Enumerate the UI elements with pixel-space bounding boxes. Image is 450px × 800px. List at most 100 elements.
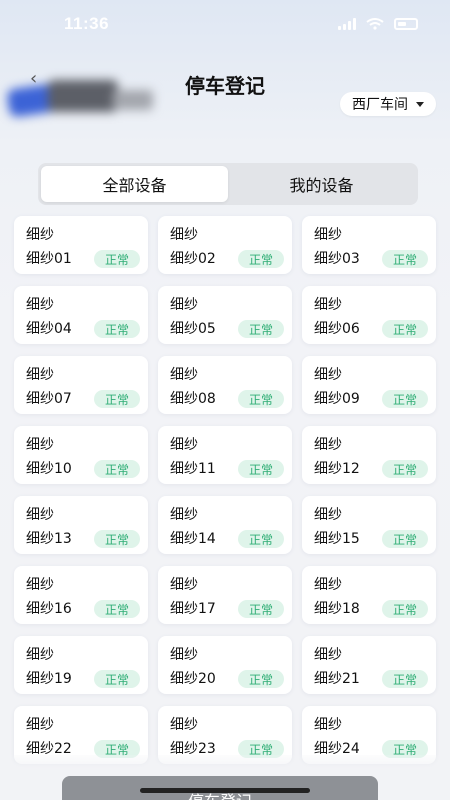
device-name: 细纱12 <box>314 461 360 477</box>
device-card[interactable]: 细纱细纱01 正常 <box>14 216 148 274</box>
workshop-select[interactable]: 西厂车间 <box>340 92 436 116</box>
device-type: 细纱 <box>26 227 54 243</box>
status-badge: 正常 <box>382 460 428 478</box>
device-type: 细纱 <box>314 507 342 523</box>
device-type: 细纱 <box>26 367 54 383</box>
device-type: 细纱 <box>26 577 54 593</box>
device-type: 细纱 <box>26 437 54 453</box>
device-type: 细纱 <box>26 297 54 313</box>
device-name: 细纱19 <box>26 671 72 687</box>
status-badge: 正常 <box>238 670 284 688</box>
status-badge: 正常 <box>238 530 284 548</box>
status-badge: 正常 <box>238 320 284 338</box>
device-type: 细纱 <box>170 647 198 663</box>
status-badge: 正常 <box>94 530 140 548</box>
status-badge: 正常 <box>382 390 428 408</box>
header: ‹ 停车登记 西厂车间 <box>0 60 450 130</box>
status-time: 11:36 <box>64 14 110 33</box>
device-card[interactable]: 细纱细纱11 正常 <box>158 426 292 484</box>
device-card[interactable]: 细纱细纱12 正常 <box>302 426 436 484</box>
status-badge: 正常 <box>94 460 140 478</box>
device-name: 细纱13 <box>26 531 72 547</box>
device-name: 细纱14 <box>170 531 216 547</box>
home-indicator <box>140 788 310 793</box>
device-name: 细纱20 <box>170 671 216 687</box>
device-name: 细纱11 <box>170 461 216 477</box>
device-card[interactable]: 细纱细纱04 正常 <box>14 286 148 344</box>
status-badge: 正常 <box>238 250 284 268</box>
device-card[interactable]: 细纱细纱13 正常 <box>14 496 148 554</box>
device-card[interactable]: 细纱细纱15 正常 <box>302 496 436 554</box>
tab-all-devices[interactable]: 全部设备 <box>41 166 228 202</box>
device-type: 细纱 <box>314 647 342 663</box>
device-name: 细纱16 <box>26 601 72 617</box>
device-card[interactable]: 细纱细纱14 正常 <box>158 496 292 554</box>
device-type: 细纱 <box>314 367 342 383</box>
device-card[interactable]: 细纱细纱08 正常 <box>158 356 292 414</box>
device-card[interactable]: 细纱细纱03 正常 <box>302 216 436 274</box>
device-name: 细纱21 <box>314 671 360 687</box>
device-name: 细纱10 <box>26 461 72 477</box>
device-card[interactable]: 细纱细纱20 正常 <box>158 636 292 694</box>
device-tabs: 全部设备 我的设备 <box>38 163 418 205</box>
device-name: 细纱06 <box>314 321 360 337</box>
device-type: 细纱 <box>314 227 342 243</box>
device-card[interactable]: 细纱细纱16 正常 <box>14 566 148 624</box>
device-name: 细纱03 <box>314 251 360 267</box>
device-type: 细纱 <box>26 717 54 733</box>
signal-icon <box>338 18 356 30</box>
device-name: 细纱07 <box>26 391 72 407</box>
device-name: 细纱17 <box>170 601 216 617</box>
status-badge: 正常 <box>238 390 284 408</box>
device-name: 细纱04 <box>26 321 72 337</box>
status-badge: 正常 <box>94 390 140 408</box>
status-badge: 正常 <box>382 320 428 338</box>
device-name: 细纱02 <box>170 251 216 267</box>
status-badge: 正常 <box>94 320 140 338</box>
status-badge: 正常 <box>382 250 428 268</box>
device-card[interactable]: 细纱细纱17 正常 <box>158 566 292 624</box>
workshop-select-value: 西厂车间 <box>352 97 408 113</box>
device-name: 细纱05 <box>170 321 216 337</box>
battery-icon <box>394 18 418 30</box>
chevron-down-icon <box>416 101 424 107</box>
device-card[interactable]: 细纱细纱07 正常 <box>14 356 148 414</box>
status-badge: 正常 <box>94 600 140 618</box>
device-type: 细纱 <box>170 717 198 733</box>
device-type: 细纱 <box>170 507 198 523</box>
status-badge: 正常 <box>382 600 428 618</box>
device-type: 细纱 <box>314 717 342 733</box>
status-badge: 正常 <box>238 460 284 478</box>
device-type: 细纱 <box>26 647 54 663</box>
device-type: 细纱 <box>170 227 198 243</box>
device-name: 细纱09 <box>314 391 360 407</box>
device-type: 细纱 <box>314 297 342 313</box>
device-type: 细纱 <box>170 577 198 593</box>
device-type: 细纱 <box>170 297 198 313</box>
device-card[interactable]: 细纱 细纱18 正常 <box>302 566 436 624</box>
device-type: 细纱 <box>26 507 54 523</box>
device-name: 细纱15 <box>314 531 360 547</box>
device-type: 细纱 <box>314 437 342 453</box>
device-card[interactable]: 细纱细纱10 正常 <box>14 426 148 484</box>
status-badge: 正常 <box>94 670 140 688</box>
device-card[interactable]: 细纱细纱02 正常 <box>158 216 292 274</box>
device-card[interactable]: 细纱细纱21 正常 <box>302 636 436 694</box>
device-name: 细纱08 <box>170 391 216 407</box>
device-type: 细纱 <box>170 367 198 383</box>
status-badge: 正常 <box>382 530 428 548</box>
status-icons <box>338 18 418 30</box>
device-name: 细纱01 <box>26 251 72 267</box>
tab-my-devices[interactable]: 我的设备 <box>228 166 415 202</box>
status-badge: 正常 <box>94 250 140 268</box>
status-badge: 正常 <box>382 670 428 688</box>
wifi-icon <box>366 18 384 30</box>
device-type: 细纱 <box>170 437 198 453</box>
device-card[interactable]: 细纱细纱05 正常 <box>158 286 292 344</box>
device-card[interactable]: 细纱细纱19 正常 <box>14 636 148 694</box>
status-badge: 正常 <box>238 600 284 618</box>
device-card[interactable]: 细纱细纱06 正常 <box>302 286 436 344</box>
device-card[interactable]: 细纱细纱09 正常 <box>302 356 436 414</box>
device-grid: 细纱 细纱01 正常 细纱 细纱02 正常 细纱 细纱03 正常 细纱 细纱04 正常 细纱 细纱05 正常… <box>14 216 436 764</box>
device-type: 细纱 <box>314 577 342 593</box>
